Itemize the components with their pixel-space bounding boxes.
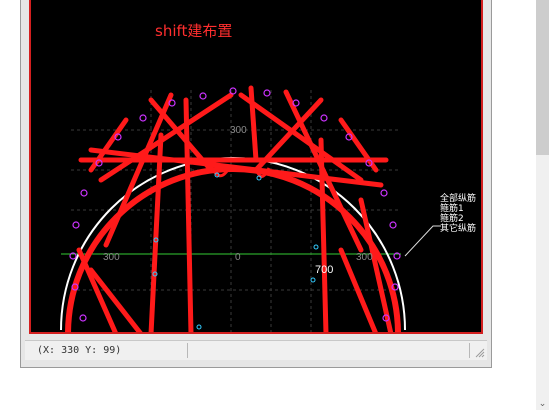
- rebar-section-drawing[interactable]: 300 300 0 300 700 全部纵筋 箍筋1 箍筋2 其它纵筋: [31, 0, 483, 334]
- drawing-canvas[interactable]: 300 300 0 300 700 全部纵筋 箍筋1 箍筋2 其它纵筋 shif…: [29, 0, 483, 334]
- legend-item-all-bars: 全部纵筋: [440, 192, 476, 204]
- legend-leader-line: [404, 225, 441, 257]
- shift-place-hint: shift建布置: [155, 22, 233, 40]
- status-bar: (X: 330 Y: 99): [25, 340, 487, 360]
- dimension-label: 700: [315, 264, 333, 276]
- legend-item-stirrup-1: 箍筋1: [440, 202, 464, 214]
- axis-label-right: 300: [356, 252, 373, 263]
- point-markers[interactable]: [152, 172, 319, 330]
- axis-label-top: 300: [230, 125, 247, 136]
- scroll-down-icon[interactable]: ⌄: [536, 396, 549, 410]
- scrollbar-thumb[interactable]: [536, 0, 549, 155]
- section-editor-window: 300 300 0 300 700 全部纵筋 箍筋1 箍筋2 其它纵筋 shif…: [20, 0, 492, 368]
- vertical-scrollbar[interactable]: ⌄: [536, 0, 549, 410]
- legend: 全部纵筋 箍筋1 箍筋2 其它纵筋: [440, 192, 476, 234]
- legend-item-stirrup-2: 箍筋2: [440, 212, 464, 224]
- cursor-coordinates: (X: 330 Y: 99): [27, 343, 188, 358]
- resize-grip-icon[interactable]: [475, 348, 485, 358]
- axis-label-center: 0: [235, 252, 241, 263]
- axis-label-left: 300: [103, 252, 120, 263]
- legend-item-other-bars: 其它纵筋: [440, 222, 476, 234]
- status-pane: [179, 343, 470, 358]
